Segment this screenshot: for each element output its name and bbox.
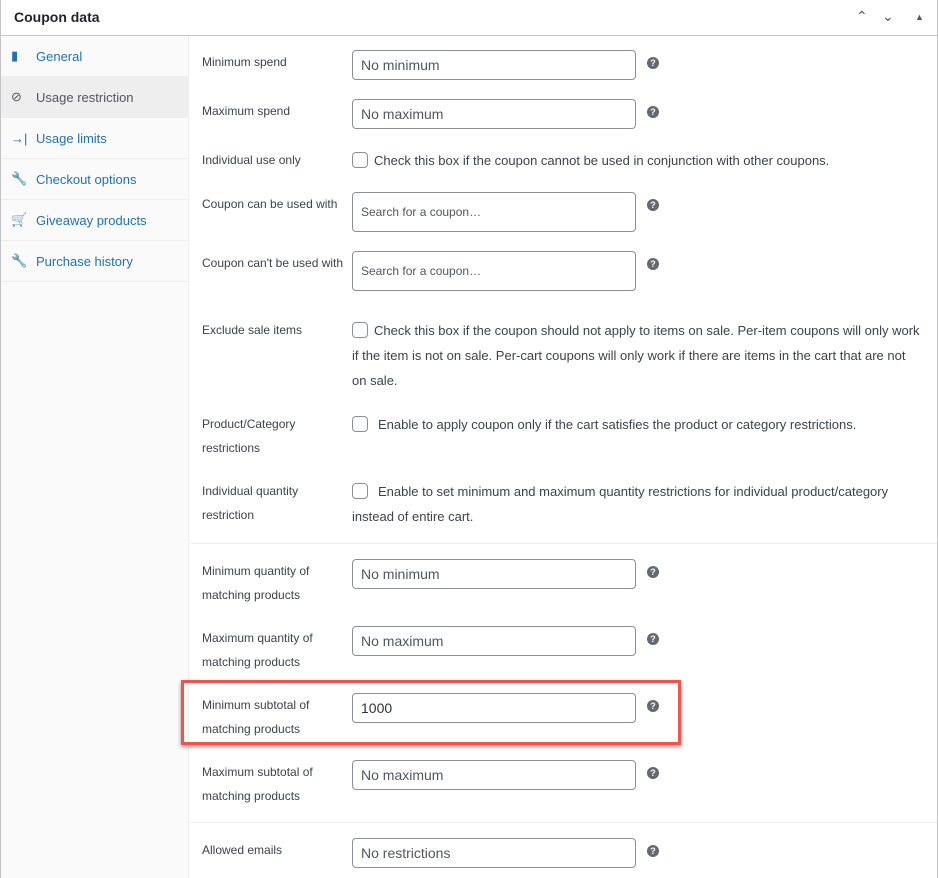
max-spend-input[interactable] (352, 99, 636, 129)
exclude-sale-checkbox[interactable] (352, 322, 368, 338)
sidebar-item-usage-restriction[interactable]: ⊘ Usage restriction (1, 77, 188, 118)
divider (190, 822, 937, 823)
product-category-label: Product/Category restrictions (202, 417, 296, 455)
help-icon[interactable]: ? (647, 258, 659, 270)
checkbox-description: Enable to apply coupon only if the cart … (378, 417, 857, 432)
checkbox-description: Enable to set minimum and maximum quanti… (352, 484, 889, 524)
coupon-data-panel: Coupon data ⌃ ⌄ ▲ ▮ General ⊘ Usage restri… (0, 0, 938, 878)
sidebar-item-purchase-history[interactable]: 🔧 Purchase history (1, 241, 188, 282)
sidebar-item-general[interactable]: ▮ General (1, 36, 188, 77)
help-icon[interactable]: ? (647, 199, 659, 211)
checkbox-description: Check this box if the coupon should not … (352, 323, 920, 388)
max-qty-label: Maximum quantity of matching products (202, 631, 313, 669)
individual-use-row: Check this box if the coupon cannot be u… (352, 148, 922, 173)
sidebar-item-giveaway-products[interactable]: 🛒 Giveaway products (1, 200, 188, 241)
exclude-sale-row: Check this box if the coupon should not … (352, 318, 922, 393)
triangle-up-icon[interactable]: ▲ (915, 12, 924, 22)
min-qty-label: Minimum quantity of matching products (202, 564, 310, 602)
cart-icon: 🛒 (11, 212, 28, 227)
help-icon[interactable]: ? (647, 566, 659, 578)
highlight-box (181, 680, 681, 745)
min-qty-input[interactable] (352, 559, 636, 589)
sidebar-item-checkout-options[interactable]: 🔧 Checkout options (1, 159, 188, 200)
help-icon[interactable]: ? (647, 767, 659, 779)
help-icon[interactable]: ? (647, 57, 659, 69)
max-qty-input[interactable] (352, 626, 636, 656)
individual-use-checkbox[interactable] (352, 152, 368, 168)
sidebar-item-label: Checkout options (36, 171, 137, 187)
help-icon[interactable]: ? (647, 106, 659, 118)
divider (190, 543, 937, 544)
sidebar: ▮ General ⊘ Usage restriction →| Usage limi… (1, 36, 189, 878)
individual-quantity-label: Individual quantity restriction (202, 484, 299, 522)
sidebar-item-usage-limits[interactable]: →| Usage limits (1, 118, 188, 159)
cant-use-with-search[interactable] (352, 251, 636, 291)
max-spend-label: Maximum spend (202, 104, 291, 118)
can-use-with-search[interactable] (352, 192, 636, 232)
help-icon[interactable]: ? (647, 845, 659, 857)
sidebar-item-label: Giveaway products (36, 212, 147, 228)
panel-title: Coupon data (14, 9, 100, 25)
min-spend-label: Minimum spend (202, 55, 287, 69)
sidebar-item-label: Usage restriction (36, 89, 134, 105)
max-subtotal-input[interactable] (352, 760, 636, 790)
product-category-row: Enable to apply coupon only if the cart … (352, 412, 922, 437)
allowed-emails-label: Allowed emails (202, 843, 283, 857)
product-category-checkbox[interactable] (352, 416, 368, 432)
allowed-emails-input[interactable] (352, 838, 636, 868)
help-icon[interactable]: ? (647, 633, 659, 645)
ban-icon: ⊘ (11, 89, 22, 104)
chevron-down-icon[interactable]: ⌄ (882, 8, 894, 25)
individual-quantity-checkbox[interactable] (352, 483, 368, 499)
individual-use-label: Individual use only (202, 153, 301, 167)
min-spend-input[interactable] (352, 50, 636, 80)
ticket-icon: ▮ (11, 48, 19, 63)
wrench-icon: 🔧 (11, 253, 28, 268)
sidebar-item-label: Purchase history (36, 253, 133, 269)
sidebar-item-label: General (36, 48, 83, 64)
wrench-icon: 🔧 (11, 171, 28, 186)
can-use-with-label: Coupon can be used with (202, 197, 338, 211)
cant-use-with-label: Coupon can't be used with (202, 256, 344, 270)
checkbox-description: Check this box if the coupon cannot be u… (374, 153, 830, 168)
limits-icon: →| (11, 130, 28, 146)
individual-quantity-row: Enable to set minimum and maximum quanti… (352, 479, 922, 529)
max-subtotal-label: Maximum subtotal of matching products (202, 765, 313, 803)
chevron-up-icon[interactable]: ⌃ (856, 8, 868, 25)
panel-header: Coupon data ⌃ ⌄ ▲ (1, 0, 937, 36)
exclude-sale-label: Exclude sale items (202, 323, 303, 337)
sidebar-item-label: Usage limits (36, 130, 107, 146)
